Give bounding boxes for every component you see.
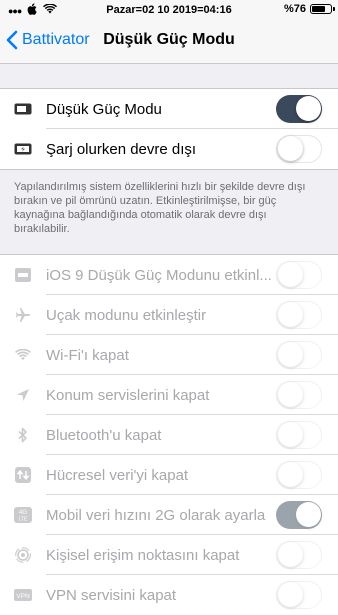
option-row-location: Konum servislerini kapat xyxy=(0,375,338,415)
switch-knob xyxy=(278,422,303,447)
disable-while-charging-label: Şarj olurken devre dışı xyxy=(46,140,197,158)
option-switch-airplane[interactable] xyxy=(276,301,322,329)
option-row-vpn: VPN VPN servisini kapat xyxy=(0,575,338,615)
battery-percent: %76 xyxy=(283,3,306,15)
svg-text:4G: 4G xyxy=(19,510,27,516)
switch-knob xyxy=(296,502,321,527)
switch-knob xyxy=(278,542,303,567)
option-switch-cellular[interactable] xyxy=(276,461,322,489)
option-row-airplane: Uçak modunu etkinleştir xyxy=(0,295,338,335)
back-button[interactable]: Battivator xyxy=(6,30,90,50)
option-label: Hücresel veri'yi kapat xyxy=(46,466,189,484)
switch-knob xyxy=(278,382,303,407)
cellular-icon xyxy=(14,467,32,483)
low-power-mode-switch[interactable] xyxy=(276,95,322,123)
status-bar: ●●● Pazar=02 10 2019=04:16 %76 xyxy=(0,0,338,20)
svg-text:LTE: LTE xyxy=(19,517,28,523)
option-switch-2g[interactable] xyxy=(276,501,322,529)
chevron-left-icon xyxy=(6,30,18,50)
main-settings-group: Düşük Güç Modu Şarj olurken devre dışı xyxy=(0,88,338,170)
option-row-2g: 4G LTE Mobil veri hızını 2G olarak ayarla xyxy=(0,495,338,535)
option-switch-bluetooth[interactable] xyxy=(276,421,322,449)
option-row-ios9-low-power: iOS 9 Düşük Güç Modunu etkinl... xyxy=(0,255,338,295)
hotspot-icon xyxy=(14,547,32,563)
low-power-mode-label: Düşük Güç Modu xyxy=(46,100,162,118)
navigation-bar: Battivator Düşük Güç Modu xyxy=(0,20,338,64)
group-footer-text: Yapılandırılmış sistem özelliklerini hız… xyxy=(14,181,306,235)
option-row-wifi: Wi-Fi'ı kapat xyxy=(0,335,338,375)
lte-icon: 4G LTE xyxy=(14,507,32,523)
option-label: Kişisel erişim noktasını kapat xyxy=(46,546,240,564)
options-group: iOS 9 Düşük Güç Modunu etkinl... Uçak mo… xyxy=(0,254,338,615)
low-power-mode-row: Düşük Güç Modu xyxy=(0,89,338,129)
option-label: Uçak modunu etkinleştir xyxy=(46,306,207,324)
option-label: Bluetooth'u kapat xyxy=(46,426,162,444)
option-row-hotspot: Kişisel erişim noktasını kapat xyxy=(0,535,338,575)
battery-fill xyxy=(312,6,325,12)
option-label: VPN servisini kapat xyxy=(46,586,177,604)
status-right: %76 xyxy=(283,3,335,15)
battery-mode-icon xyxy=(14,267,32,283)
svg-text:VPN: VPN xyxy=(16,593,30,600)
option-label: Konum servislerini kapat xyxy=(46,386,210,404)
switch-knob xyxy=(278,462,303,487)
bluetooth-icon xyxy=(14,427,32,443)
switch-knob xyxy=(278,302,303,327)
vpn-icon: VPN xyxy=(14,587,32,603)
charging-icon xyxy=(14,141,32,157)
option-switch-ios9-low-power[interactable] xyxy=(276,261,322,289)
battery-status-icon xyxy=(310,4,335,14)
option-label: Mobil veri hızını 2G olarak ayarla xyxy=(46,506,266,524)
switch-knob xyxy=(278,136,303,161)
switch-knob xyxy=(278,342,303,367)
option-label: iOS 9 Düşük Güç Modunu etkinl... xyxy=(46,266,272,284)
disable-while-charging-switch[interactable] xyxy=(276,135,322,163)
option-label: Wi-Fi'ı kapat xyxy=(46,346,129,364)
switch-knob xyxy=(278,582,303,607)
option-row-cellular: Hücresel veri'yi kapat xyxy=(0,455,338,495)
option-row-bluetooth: Bluetooth'u kapat xyxy=(0,415,338,455)
option-switch-vpn[interactable] xyxy=(276,581,322,609)
wifi-icon xyxy=(14,347,32,363)
option-switch-location[interactable] xyxy=(276,381,322,409)
switch-knob xyxy=(296,96,321,121)
location-icon xyxy=(14,387,32,403)
option-switch-hotspot[interactable] xyxy=(276,541,322,569)
switch-knob xyxy=(278,262,303,287)
option-switch-wifi[interactable] xyxy=(276,341,322,369)
airplane-icon xyxy=(14,307,32,323)
battery-icon xyxy=(14,101,32,117)
back-label: Battivator xyxy=(22,31,90,48)
disable-while-charging-row: Şarj olurken devre dışı xyxy=(0,129,338,169)
